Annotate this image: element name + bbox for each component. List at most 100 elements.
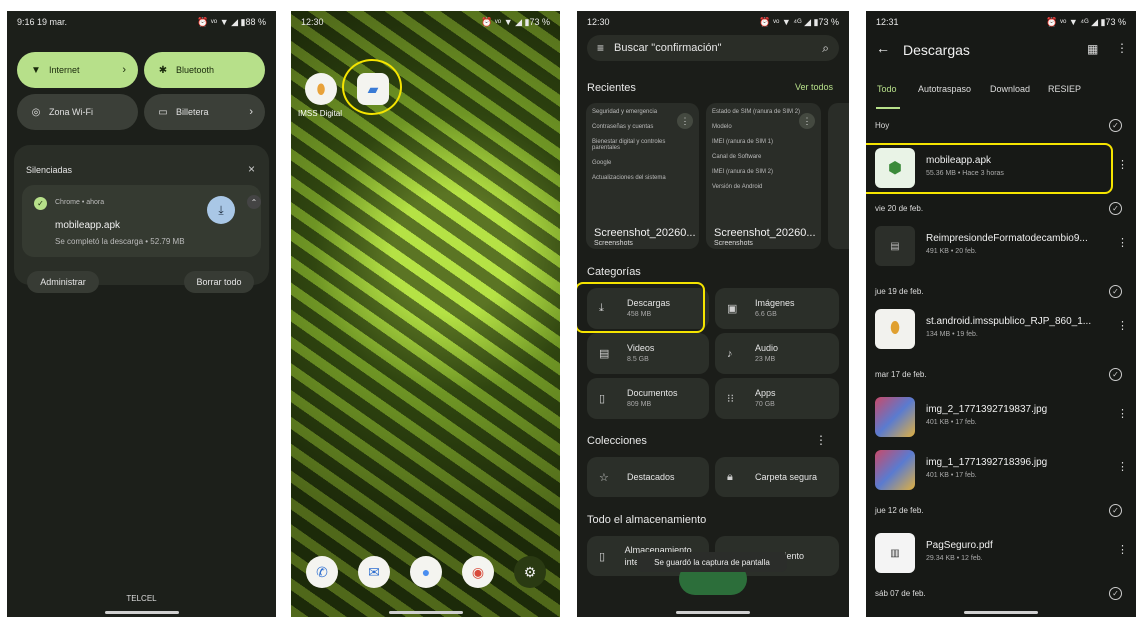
file-name: st.android.imsspublico_RJP_860_1... <box>926 316 1092 327</box>
tab-todo[interactable]: Todo <box>877 84 897 94</box>
more-vert-icon[interactable]: ⋮ <box>1117 236 1128 249</box>
category-audio[interactable]: ♪ Audio 23 MB <box>715 333 839 374</box>
category-documents[interactable]: ▯ Documentos 809 MB <box>587 378 709 419</box>
file-item[interactable]: ▥ PagSeguro.pdf 29.34 KB • 12 feb. ⋮ <box>875 529 1128 575</box>
image-thumbnail <box>875 397 915 437</box>
file-item[interactable]: img_2_1771392719837.jpg 401 KB • 17 feb.… <box>875 393 1128 439</box>
back-arrow-icon[interactable]: ← <box>876 40 890 56</box>
pdf-file-icon: ▥ <box>875 533 915 573</box>
more-vert-icon[interactable]: ⋮ <box>799 113 815 129</box>
more-vert-icon[interactable]: ⋮ <box>1117 543 1128 556</box>
recent-heading: Recientes <box>587 82 636 94</box>
more-vert-icon[interactable]: ⋮ <box>1117 407 1128 420</box>
clear-all-button[interactable]: Borrar todo <box>184 271 254 293</box>
wallet-tile[interactable]: ▭ Billetera › <box>144 94 265 130</box>
tab-download[interactable]: Download <box>990 84 1030 94</box>
lock-icon: 🔒︎ <box>727 470 733 483</box>
hotspot-tile[interactable]: ◎ Zona Wi-Fi <box>17 94 138 130</box>
chevron-up-icon[interactable]: ⌃ <box>247 195 261 209</box>
thumb-line: IMEI (ranura de SIM 1) <box>712 139 774 145</box>
date-group: jue 19 de feb. <box>875 287 924 296</box>
more-vert-icon[interactable]: ⋮ <box>1117 460 1128 473</box>
imss-app-icon[interactable]: ⬮ <box>305 73 337 105</box>
date-group: sáb 07 de feb. <box>875 589 926 598</box>
select-group-icon[interactable]: ✓ <box>1109 587 1122 600</box>
see-all-link[interactable]: Ver todos <box>795 82 833 92</box>
menu-icon[interactable]: ≡ <box>597 41 604 55</box>
date-group: mar 17 de feb. <box>875 370 927 379</box>
file-item[interactable]: ⬮ st.android.imsspublico_RJP_860_1... 13… <box>875 305 1128 351</box>
storage-heading: Todo el almacenamiento <box>587 514 707 526</box>
home-indicator[interactable] <box>676 611 750 614</box>
internet-tile[interactable]: ▼ Internet › <box>17 52 138 88</box>
silenced-header: Silenciadas <box>26 165 73 175</box>
thumb-caption: Screenshot_20260... <box>714 227 816 239</box>
downloads-screen: 12:31 ⏰ ᵛᵒ ▼ ⁴ᴳ ◢ ▮73 % ← Descargas ▦ ⋮ … <box>866 11 1136 617</box>
tab-autotraspaso[interactable]: Autotraspaso <box>918 84 971 94</box>
more-vert-icon[interactable]: ⋮ <box>1117 319 1128 332</box>
manage-button[interactable]: Administrar <box>27 271 99 293</box>
select-group-icon[interactable]: ✓ <box>1109 504 1122 517</box>
home-indicator[interactable] <box>388 611 463 614</box>
more-vert-icon[interactable]: ⋮ <box>1117 158 1128 171</box>
search-placeholder: Buscar "confirmación" <box>614 42 722 54</box>
more-vert-icon[interactable]: ⋮ <box>1116 41 1128 55</box>
starred-label: Destacados <box>627 472 675 482</box>
open-file-icon[interactable]: ⤓ <box>207 196 235 224</box>
star-icon: ☆ <box>599 471 609 484</box>
category-apps[interactable]: ⁝⁝ Apps 70 GB <box>715 378 839 419</box>
thumb-line: Bienestar digital y controles parentales <box>592 139 666 151</box>
more-vert-icon[interactable]: ⋮ <box>815 433 827 447</box>
notif-app-label: Chrome • ahora <box>55 199 105 206</box>
messages-app-icon[interactable]: ✉ <box>358 556 390 588</box>
starred-collection[interactable]: ☆ Destacados <box>587 457 709 497</box>
category-label: Imágenes <box>755 297 795 308</box>
category-size: 70 GB <box>755 400 775 408</box>
wallet-icon: ▭ <box>158 106 168 118</box>
tab-resiep[interactable]: RESIEP <box>1048 84 1081 94</box>
thumb-line: Estado de SIM (ranura de SIM 2) <box>712 109 801 115</box>
download-notification[interactable]: ✓ Chrome • ahora mobileapp.apk Se comple… <box>22 185 261 257</box>
category-size: 8.5 GB <box>627 355 649 363</box>
highlight-box <box>577 282 705 333</box>
grid-view-icon[interactable]: ▦ <box>1087 42 1098 56</box>
category-size: 6.6 GB <box>755 310 777 318</box>
home-indicator[interactable] <box>964 611 1038 614</box>
notification-shade-screen: 9:16 19 mar. ⏰ ᵛᵒ ▼ ◢ ▮88 % ▼ Internet ›… <box>7 11 276 617</box>
bluetooth-tile[interactable]: ✱ Bluetooth <box>144 52 265 88</box>
more-vert-icon[interactable]: ⋮ <box>677 113 693 129</box>
search-icon[interactable]: ⌕ <box>822 41 829 56</box>
category-label: Videos <box>627 342 655 353</box>
file-item[interactable]: ▤ ReimpresiondeFormatodecambio9... 491 K… <box>875 222 1128 268</box>
category-videos[interactable]: ▤ Videos 8.5 GB <box>587 333 709 374</box>
select-group-icon[interactable]: ✓ <box>1109 368 1122 381</box>
select-group-icon[interactable]: ✓ <box>1109 285 1122 298</box>
bluetooth-icon: ✱ <box>158 64 168 76</box>
status-icons: ⏰ ᵛᵒ ▼ ⁴ᴳ ◢ ▮73 % <box>759 16 839 27</box>
tab-indicator <box>876 107 900 109</box>
file-item[interactable]: img_1_1771392718396.jpg 401 KB • 17 feb.… <box>875 446 1128 492</box>
select-all-icon[interactable]: ✓ <box>1109 119 1122 132</box>
phone-app-icon[interactable]: ✆ <box>306 556 338 588</box>
bluetooth-label: Bluetooth <box>176 65 215 75</box>
hotspot-label: Zona Wi-Fi <box>49 107 94 117</box>
recent-screenshot-1[interactable]: Seguridad y emergencia Contraseñas y cue… <box>586 103 699 249</box>
chevron-right-icon: › <box>249 106 253 118</box>
chrome-app-icon[interactable]: ◉ <box>462 556 494 588</box>
safe-folder[interactable]: 🔒︎ Carpeta segura <box>715 457 839 497</box>
category-label: Audio <box>755 342 779 353</box>
highlight-box <box>866 143 1113 194</box>
recent-screenshot-2[interactable]: Estado de SIM (ranura de SIM 2) Modelo I… <box>706 103 821 249</box>
apk-file-icon: ⬮ <box>875 309 915 349</box>
silenced-notifications: Silenciadas × ✓ Chrome • ahora mobileapp… <box>14 145 269 285</box>
recent-screenshot-3[interactable] <box>828 103 849 249</box>
status-icons: ⏰ ᵛᵒ ▼ ◢ ▮88 % <box>197 16 266 27</box>
home-indicator[interactable] <box>104 611 179 614</box>
category-label: Apps <box>755 387 776 398</box>
search-bar[interactable]: ≡ Buscar "confirmación" ⌕ <box>587 35 839 61</box>
category-images[interactable]: ▣ Imágenes 6.6 GB <box>715 288 839 329</box>
select-group-icon[interactable]: ✓ <box>1109 202 1122 215</box>
assistant-app-icon[interactable]: ● <box>410 556 442 588</box>
close-icon[interactable]: × <box>248 162 255 176</box>
settings-gear-icon[interactable]: ⚙ <box>514 556 546 588</box>
